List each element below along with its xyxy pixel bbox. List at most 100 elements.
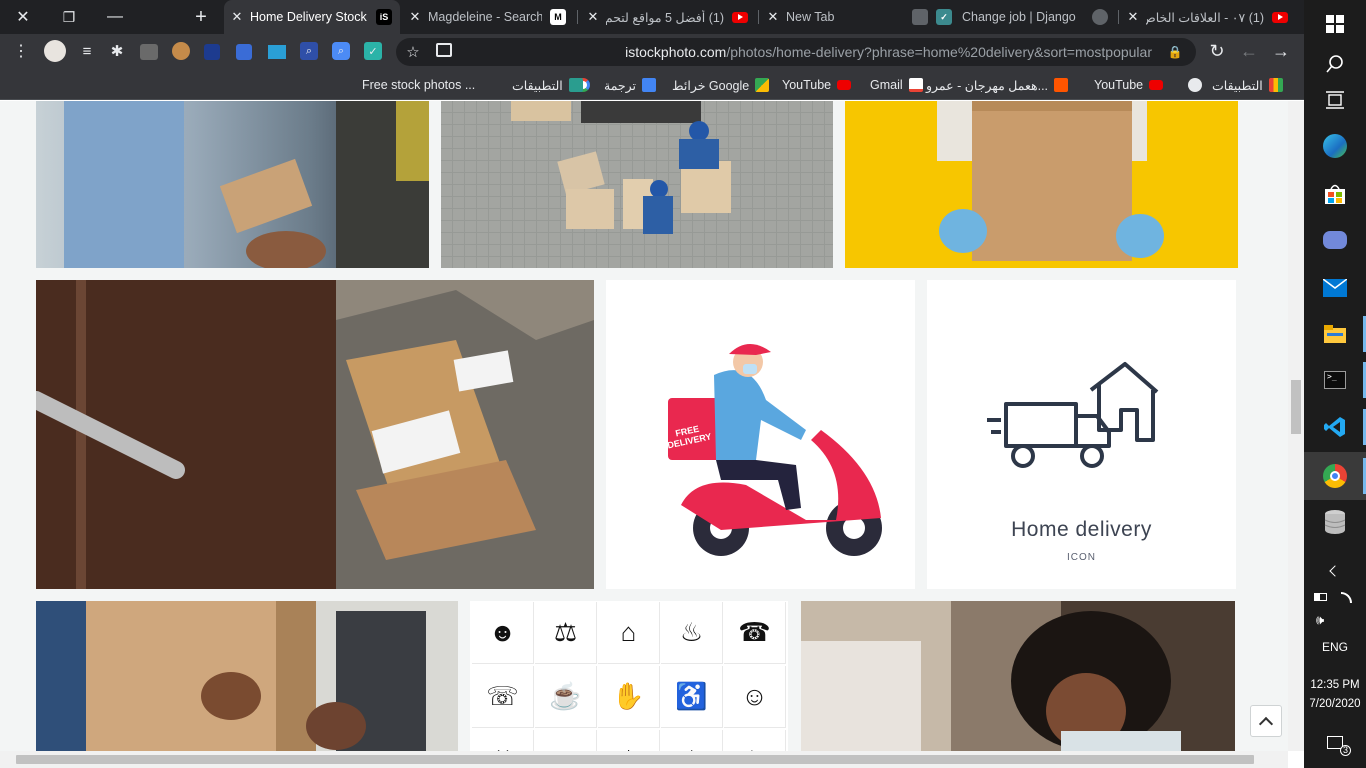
bookmarks-bar: التطبيقات YouTube هعمل مهرجان - عمرو... … [0,70,1304,100]
tab-title: Home Delivery Stock [250,10,367,24]
tab-title: Magdeleine - Search [428,10,542,24]
globe-favicon-icon [1092,9,1108,25]
globe-icon [1188,78,1202,92]
tab-title: New Tab [786,10,835,24]
reload-icon[interactable]: ↻ [1208,41,1226,61]
photo-tile-handover[interactable] [36,101,429,268]
minimize-window-button[interactable]: — [92,0,138,34]
reader-extension-icon[interactable] [268,45,286,59]
bookmark-pexels[interactable]: Free stock photos ... [362,76,475,94]
restore-icon: ❐ [62,8,76,25]
mail-icon [1323,279,1347,297]
icon-set-cell: ♨ [661,602,723,664]
file-explorer-icon [1324,325,1346,343]
back-arrow-icon[interactable]: ← [1240,41,1258,61]
bookmark-apps[interactable]: التطبيقات [1212,76,1283,94]
icon-set-cell: ☺ [724,666,786,728]
taskbar-clock[interactable]: 12:35 PM 7/20/2020 [1304,676,1366,714]
photo-tile-doorstep[interactable] [36,280,594,589]
istock-favicon-icon: iS [376,9,392,25]
bookmark-star-icon[interactable]: ☆ [404,43,422,61]
url-text[interactable]: istockphoto.com/photos/home-delivery?phr… [625,44,1152,60]
tab-new-tab[interactable]: ✕ New Tab [760,0,936,34]
lock-icon[interactable]: 🔒 [1166,43,1184,61]
tab-youtube-2[interactable]: ✕ (1) ٠٧ - العلاقات الخاص [1120,0,1296,34]
tab-close-icon[interactable]: ✕ [230,9,244,25]
icon-set-cell: ☂ [661,730,723,751]
extension-icon[interactable] [204,44,220,60]
bookmark-globe[interactable] [1182,76,1202,94]
task-view-button[interactable] [1304,76,1366,124]
cookie-extension-icon[interactable] [172,42,190,60]
close-icon: ✕ [16,9,30,26]
forward-arrow-icon[interactable]: → [1272,41,1290,61]
action-center-button[interactable]: 3 [1304,722,1366,762]
extension-icon[interactable] [236,44,252,60]
bookmark-youtube-2[interactable]: YouTube [782,76,852,94]
photo-handover [64,101,429,268]
address-bar[interactable]: ☆ istockphoto.com/photos/home-delivery?p… [396,38,1196,66]
volume-button[interactable]: 🕪 [1304,608,1366,632]
tab-django[interactable]: ✓ Change job | Django [936,0,1116,34]
bookmark-gmail[interactable]: Gmail [870,76,923,94]
bookmark-youtube-1[interactable]: YouTube [1094,76,1164,94]
close-window-button[interactable]: ✕ [0,0,46,34]
search-extension-icon[interactable]: ⌕ [332,42,350,60]
icon-set-tile[interactable]: ☻ ⚖ ⌂ ♨ ☎ ☏ ☕ ✋ ♿ ☺ ⚒✉☀☂✈ [470,601,788,751]
tab-close-icon[interactable]: ✕ [586,9,600,25]
pictogram-icon: ♨ [679,617,704,647]
photo-tile-van[interactable] [441,101,833,268]
media-control-icon[interactable]: ≡ [78,42,96,60]
bookmark-soundcloud[interactable]: هعمل مهرجان - عمرو... [926,76,1069,94]
bookmark-translate[interactable]: ترجمة [604,76,657,94]
taskbar-terminal[interactable]: >_ [1304,356,1366,404]
photo-tile-box-handoff[interactable] [36,601,458,751]
tab-close-icon[interactable]: ✕ [766,9,780,25]
bookmark-apps-2[interactable]: التطبيقات [512,76,583,94]
chrome-icon [1323,464,1347,488]
illustration-tile-scooter[interactable]: FREE DELIVERY [606,280,915,589]
menu-kebab-icon[interactable]: ⋮ [12,42,30,60]
taskbar-file-explorer[interactable] [1304,310,1366,358]
system-tray-battery[interactable] [1304,584,1366,610]
tab-title: (1) أفضل 5 مواقع لتحم [606,10,724,25]
tab-istock[interactable]: ✕ Home Delivery Stock iS [224,0,400,34]
photo-tile-box-yellow[interactable] [845,101,1238,268]
new-tab-button[interactable]: + [178,0,224,34]
taskbar-vscode[interactable] [1304,403,1366,451]
restore-window-button[interactable]: ❐ [46,0,92,34]
youtube-icon [1149,80,1164,90]
check-extension-icon[interactable]: ✓ [364,42,382,60]
vertical-scrollbar-thumb[interactable] [1291,380,1301,434]
input-language[interactable]: ENG [1304,640,1366,654]
taskbar-mail[interactable] [1304,264,1366,312]
tab-youtube-1[interactable]: ✕ (1) أفضل 5 مواقع لتحم [580,0,756,34]
truck-house-icon [987,362,1159,468]
youtube-favicon-icon [732,11,748,23]
icon-set-cell: ☏ [472,666,534,728]
horizontal-scrollbar-thumb[interactable] [16,755,1254,764]
search-extension-icon[interactable]: ⌕ [300,42,318,60]
bookmark-maps[interactable]: خرائط Google [672,76,770,94]
extension-icon[interactable] [140,44,158,60]
photo-van-boxes [441,101,833,268]
illustration-tile-home-delivery-icon[interactable]: Home delivery ICON [927,280,1236,589]
taskbar-chrome[interactable] [1304,452,1366,500]
scroll-to-top-button[interactable] [1250,705,1282,737]
taskbar-database[interactable] [1304,498,1366,546]
tab-close-icon[interactable]: ✕ [408,9,422,25]
extensions-puzzle-icon[interactable]: ✱ [108,42,126,60]
wifi-icon [1341,591,1352,603]
icon-card-subtitle: ICON [1067,552,1096,563]
taskbar-discord[interactable] [1304,216,1366,264]
icon-set-cell: ⌂ [598,602,660,664]
site-settings-icon[interactable] [436,43,452,57]
photo-tile-woman-box[interactable] [801,601,1235,751]
profile-avatar[interactable] [44,40,66,62]
tab-magdeleine[interactable]: ✕ Magdeleine - Search M [402,0,574,34]
taskbar-edge[interactable] [1304,122,1366,170]
icon-set-cell: ⚒ [472,730,534,751]
taskbar-store[interactable] [1304,170,1366,218]
tab-close-icon[interactable]: ✕ [1126,9,1140,25]
clock-time: 12:35 PM [1310,679,1360,691]
